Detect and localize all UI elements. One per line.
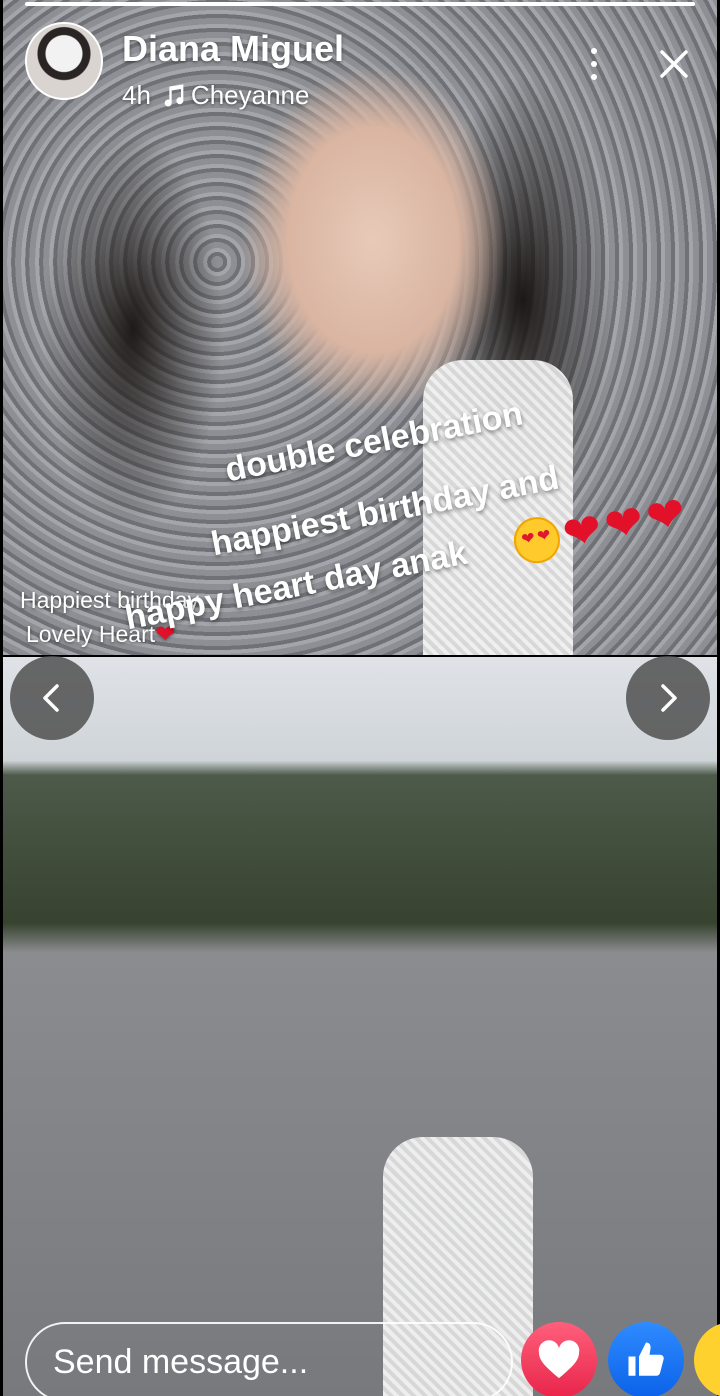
story-photo-bottom bbox=[3, 657, 717, 1396]
song-title[interactable]: Cheyanne bbox=[191, 80, 310, 111]
thumbs-up-icon bbox=[628, 1342, 664, 1376]
laughing-face-icon bbox=[712, 1340, 720, 1380]
more-options-button[interactable] bbox=[578, 44, 610, 84]
heart-eyes-emoji bbox=[510, 513, 564, 568]
heart-emoji: ❤ bbox=[600, 494, 649, 553]
next-story-button[interactable] bbox=[626, 656, 710, 740]
user-name[interactable]: Diana Miguel bbox=[122, 28, 344, 70]
music-note-icon bbox=[164, 83, 184, 107]
chevron-left-icon bbox=[43, 684, 59, 712]
story-progress-fill bbox=[25, 2, 695, 6]
story-progress-bar bbox=[25, 2, 695, 6]
chevron-right-icon bbox=[661, 684, 677, 712]
heart-icon bbox=[538, 1340, 580, 1379]
avatar[interactable] bbox=[25, 22, 103, 100]
heart-emoji: ❤ bbox=[558, 502, 607, 561]
more-vertical-icon bbox=[591, 48, 597, 54]
like-reaction-button[interactable] bbox=[608, 1322, 684, 1396]
previous-story-button[interactable] bbox=[10, 656, 94, 740]
story-viewer[interactable]: Diana Miguel 4h Cheyanne Happiest birthd… bbox=[0, 0, 720, 1396]
story-meta: 4h Cheyanne bbox=[122, 80, 309, 111]
close-icon[interactable] bbox=[654, 44, 694, 84]
love-reaction-button[interactable] bbox=[521, 1322, 597, 1396]
send-message-input[interactable] bbox=[25, 1322, 513, 1396]
time-ago: 4h bbox=[122, 80, 151, 110]
